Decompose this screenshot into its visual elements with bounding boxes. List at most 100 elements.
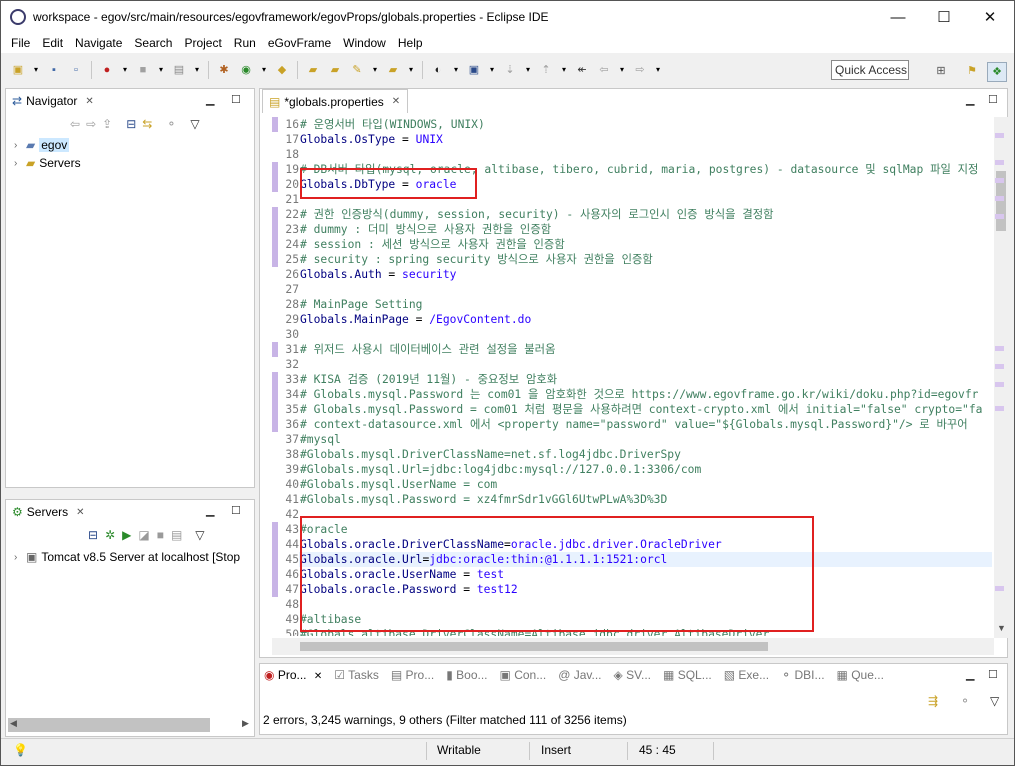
tab-dbi[interactable]: ⚬ DBI... xyxy=(781,668,824,682)
stop-dropdown-icon[interactable]: ▾ xyxy=(157,62,165,78)
search-icon[interactable]: ✎ xyxy=(349,62,365,78)
code-line[interactable]: 16# 운영서버 타입(WINDOWS, UNIX) xyxy=(272,117,992,132)
code-line[interactable]: 32 xyxy=(272,357,992,372)
forward-dropdown-icon[interactable]: ▾ xyxy=(654,62,662,78)
close-icon[interactable]: ✕ xyxy=(392,96,400,107)
code-line[interactable]: 30 xyxy=(272,327,992,342)
minimize-button[interactable]: — xyxy=(875,1,921,33)
chevron-right-icon[interactable]: › xyxy=(14,140,26,151)
build-dropdown-icon[interactable]: ▾ xyxy=(193,62,201,78)
up-icon[interactable]: ⇪ xyxy=(102,117,112,131)
chevron-right-icon[interactable]: › xyxy=(14,158,26,169)
minimize-icon[interactable]: ▁ xyxy=(206,93,214,106)
tab-javadoc[interactable]: @ Jav... xyxy=(558,668,601,682)
chevron-right-icon[interactable]: › xyxy=(14,552,26,563)
profile-dropdown-icon[interactable]: ▾ xyxy=(452,62,460,78)
horizontal-scroll-thumb[interactable] xyxy=(300,642,768,651)
minimize-icon[interactable]: ▁ xyxy=(966,93,974,106)
tree-item-egov[interactable]: › ▰ egov xyxy=(14,136,81,154)
profile-server-icon[interactable]: ◪ xyxy=(138,528,149,542)
run-dropdown-icon[interactable]: ▾ xyxy=(260,62,268,78)
menu-run[interactable]: Run xyxy=(228,36,262,50)
close-icon[interactable]: ✕ xyxy=(76,507,84,518)
collapse-all-icon[interactable]: ⊟ xyxy=(88,528,98,542)
maximize-icon[interactable]: ☐ xyxy=(231,504,241,517)
code-line[interactable]: 24# session : 세션 방식으로 사용자 권한을 인증함 xyxy=(272,237,992,252)
tree-item-servers[interactable]: › ▰ Servers xyxy=(14,154,81,172)
debug-icon[interactable]: ● xyxy=(99,62,115,78)
code-line[interactable]: 25# security : spring security 방식으로 사용자 … xyxy=(272,252,992,267)
code-line[interactable]: 17Globals.OsType = UNIX xyxy=(272,132,992,147)
maximize-icon[interactable]: ☐ xyxy=(988,668,998,681)
menu-help[interactable]: Help xyxy=(392,36,429,50)
code-line[interactable]: 35# Globals.mysql.Password = com01 처럼 평문… xyxy=(272,402,992,417)
code-line[interactable]: 37#mysql xyxy=(272,432,992,447)
horizontal-scrollbar[interactable] xyxy=(8,718,210,732)
save-icon[interactable]: ▪ xyxy=(46,62,62,78)
menu-search[interactable]: Search xyxy=(128,36,178,50)
maximize-icon[interactable]: ☐ xyxy=(988,93,998,106)
code-line[interactable]: 40#Globals.mysql.UserName = com xyxy=(272,477,992,492)
run-icon[interactable]: ◉ xyxy=(238,62,254,78)
forward-icon[interactable]: ⇨ xyxy=(86,117,96,131)
editor-tab[interactable]: ▤ *globals.properties ✕ xyxy=(262,89,408,113)
menu-navigate[interactable]: Navigate xyxy=(69,36,128,50)
open-perspective-icon[interactable]: ⊞ xyxy=(933,63,949,79)
debug-dropdown-icon[interactable]: ▾ xyxy=(121,62,129,78)
view-menu-icon[interactable]: ▽ xyxy=(195,528,204,542)
new-dropdown-icon[interactable]: ▾ xyxy=(32,62,40,78)
code-line[interactable]: 26Globals.Auth = security xyxy=(272,267,992,282)
forward-icon[interactable]: ⇨ xyxy=(632,62,648,78)
profile-icon[interactable]: ◐ xyxy=(430,62,446,78)
code-line[interactable]: 34# Globals.mysql.Password 는 com01 을 암호화… xyxy=(272,387,992,402)
egov-perspective-icon[interactable]: ❖ xyxy=(987,62,1007,82)
quick-access-field[interactable]: Quick Access xyxy=(831,60,909,80)
menu-edit[interactable]: Edit xyxy=(36,36,69,50)
gear-icon[interactable]: ✱ xyxy=(216,62,232,78)
menu-file[interactable]: File xyxy=(5,36,36,50)
filters-icon[interactable]: ⚬ xyxy=(166,117,176,131)
tab-problems[interactable]: ◉ Pro... ✕ xyxy=(264,668,322,682)
prev-annotation-icon[interactable]: ⇡ xyxy=(538,62,554,78)
filters-icon[interactable]: ⚬ xyxy=(960,694,970,708)
last-edit-icon[interactable]: ↞ xyxy=(574,62,590,78)
code-line[interactable]: 27 xyxy=(272,282,992,297)
back-icon[interactable]: ⇦ xyxy=(70,117,80,131)
menu-egovframe[interactable]: eGovFrame xyxy=(262,36,337,50)
code-line[interactable]: 39#Globals.mysql.Url=jdbc:log4jdbc:mysql… xyxy=(272,462,992,477)
tab-query[interactable]: ▦ Que... xyxy=(837,668,884,682)
prev-annotation-dropdown-icon[interactable]: ▾ xyxy=(560,62,568,78)
horizontal-scrollbar[interactable] xyxy=(272,638,994,655)
collapse-all-icon[interactable]: ⊟ xyxy=(126,117,136,131)
code-line[interactable]: 36# context-datasource.xml 에서 <property … xyxy=(272,417,992,432)
folder-icon[interactable]: ▰ xyxy=(385,62,401,78)
navigator-tab[interactable]: ⇄ Navigator ✕ xyxy=(6,89,100,113)
tab-properties[interactable]: ▤ Pro... xyxy=(391,668,434,682)
code-line[interactable]: 23# dummy : 더미 방식으로 사용자 권한을 인증함 xyxy=(272,222,992,237)
tab-tasks[interactable]: ☑ Tasks xyxy=(334,668,379,682)
menu-window[interactable]: Window xyxy=(337,36,392,50)
tab-execution[interactable]: ▧ Exe... xyxy=(724,668,769,682)
start-server-icon[interactable]: ▶ xyxy=(122,528,131,542)
servers-tab[interactable]: ⚙ Servers ✕ xyxy=(6,500,91,524)
code-line[interactable]: 41#Globals.mysql.Password = xz4fmrSdr1vG… xyxy=(272,492,992,507)
stop-server-icon[interactable]: ■ xyxy=(157,528,164,542)
stop-icon[interactable]: ■ xyxy=(135,62,151,78)
code-line[interactable]: 18 xyxy=(272,147,992,162)
open-folder-icon[interactable]: ▰ xyxy=(305,62,321,78)
tab-console[interactable]: ▣ Con... xyxy=(500,668,547,682)
folder-dropdown-icon[interactable]: ▾ xyxy=(407,62,415,78)
maximize-button[interactable]: ☐ xyxy=(921,1,967,33)
back-dropdown-icon[interactable]: ▾ xyxy=(618,62,626,78)
tab-svn[interactable]: ◈ SV... xyxy=(614,668,652,682)
save-all-icon[interactable]: ▫ xyxy=(68,62,84,78)
build-icon[interactable]: ▤ xyxy=(171,62,187,78)
lightbulb-icon[interactable]: 💡 xyxy=(13,743,28,757)
tab-sql[interactable]: ▦ SQL... xyxy=(663,668,712,682)
java-perspective-icon[interactable]: ⚑ xyxy=(964,63,980,79)
maximize-icon[interactable]: ☐ xyxy=(231,93,241,106)
focus-icon[interactable]: ⇶ xyxy=(928,694,938,708)
search-dropdown-icon[interactable]: ▾ xyxy=(371,62,379,78)
code-line[interactable]: 28# MainPage Setting xyxy=(272,297,992,312)
console-dropdown-icon[interactable]: ▾ xyxy=(488,62,496,78)
